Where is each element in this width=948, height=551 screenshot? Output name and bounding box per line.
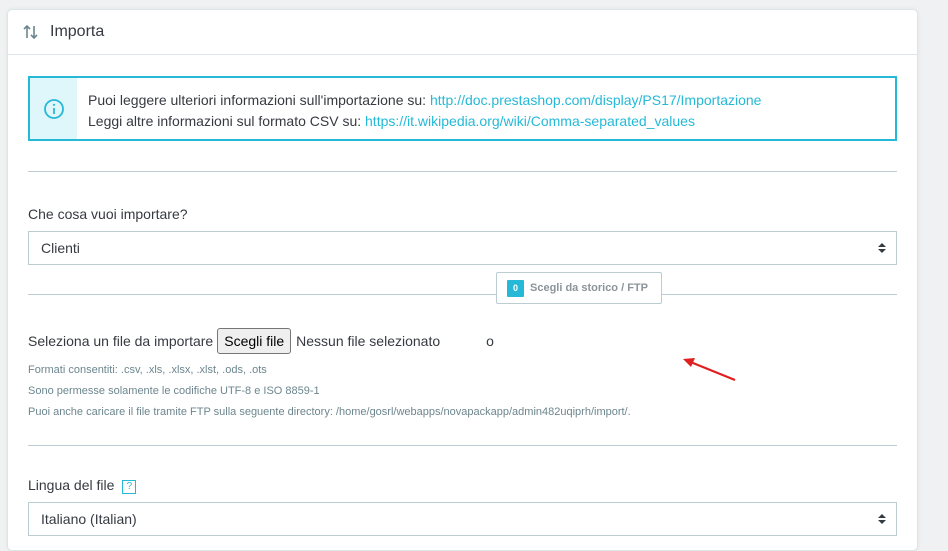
import-panel: Importa Puoi leggere ulteriori informazi… (7, 9, 918, 551)
entity-select[interactable]: Clienti (28, 231, 897, 265)
panel-title: Importa (50, 23, 105, 40)
info-alert: Puoi leggere ulteriori informazioni sull… (28, 76, 897, 141)
or-text: o (486, 333, 494, 349)
history-ftp-button[interactable]: 0 Scegli da storico / FTP (496, 272, 662, 304)
panel-heading: Importa (8, 10, 917, 55)
history-count-badge: 0 (507, 279, 524, 297)
language-select[interactable]: Italiano (Italian) (28, 501, 897, 536)
choose-file-button[interactable]: Scegli file (217, 328, 292, 354)
entity-selected-value: Clienti (41, 240, 80, 256)
divider (28, 445, 897, 446)
language-label: Lingua del file (28, 477, 115, 493)
help-encoding: Sono permesse solamente le codifiche UTF… (28, 385, 320, 397)
annotation-arrow-icon (683, 358, 736, 382)
help-formats: Formati consentiti: .csv, .xls, .xlsx, .… (28, 364, 267, 376)
language-selected-value: Italiano (Italian) (41, 510, 137, 527)
help-ftp: Puoi anche caricare il file tramite FTP … (28, 406, 631, 418)
prestashop-doc-link[interactable]: http://doc.prestashop.com/display/PS17/I… (430, 92, 762, 108)
no-file-text: Nessun file selezionato (296, 333, 441, 349)
file-label: Seleziona un file da importare (28, 333, 214, 349)
info-line1: Puoi leggere ulteriori informazioni sull… (88, 92, 430, 108)
import-export-arrows-icon (23, 24, 38, 40)
entity-label: Che cosa vuoi importare? (28, 206, 188, 222)
help-icon[interactable]: ? (122, 479, 137, 494)
divider (28, 171, 897, 172)
sort-caret-icon (878, 243, 886, 253)
divider (28, 294, 897, 295)
history-ftp-label: Scegli da storico / FTP (530, 282, 648, 294)
sort-caret-icon (878, 513, 886, 524)
info-line2: Leggi altre informazioni sul formato CSV… (88, 113, 366, 129)
info-icon (43, 98, 64, 119)
wikipedia-csv-link[interactable]: https://it.wikipedia.org/wiki/Comma-sepa… (365, 113, 695, 129)
